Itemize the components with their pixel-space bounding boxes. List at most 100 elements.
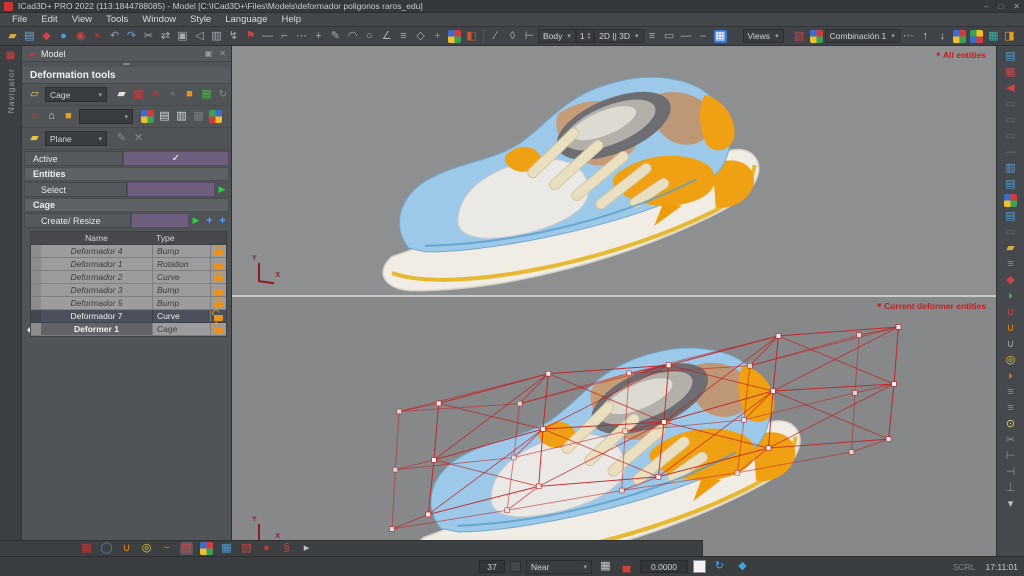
image-red-icon[interactable]: ▧: [239, 541, 254, 556]
circle-tool-icon[interactable]: ○: [362, 29, 377, 44]
table-row[interactable]: Deformador 3 Bump: [31, 284, 226, 297]
redo-icon[interactable]: ↷: [124, 29, 139, 44]
measure-c-icon[interactable]: ⊥: [1003, 481, 1018, 496]
viewport-all-entities[interactable]: ■ All entities Y X: [232, 46, 996, 295]
table-row[interactable]: Deformador 4 Bump: [31, 245, 226, 258]
copy-icon[interactable]: ▣: [175, 29, 190, 44]
disabled-d-icon[interactable]: —: [1003, 145, 1018, 160]
menu-language[interactable]: Language: [219, 14, 273, 25]
sync-icon[interactable]: ↻: [712, 559, 727, 574]
play-icon[interactable]: ▶: [215, 182, 229, 197]
active-checkbox[interactable]: ✓: [123, 151, 229, 166]
heel-yellow-icon[interactable]: ◎: [1003, 353, 1018, 368]
filter-select[interactable]: ▾: [79, 109, 133, 124]
disabled-c-icon[interactable]: ▭: [1003, 129, 1018, 144]
refresh-icon[interactable]: ↻: [219, 89, 227, 100]
palette-grid-icon[interactable]: [447, 29, 462, 44]
lock-panel-b-icon[interactable]: ▤: [1003, 209, 1018, 224]
grid-icon[interactable]: ▦: [598, 559, 613, 574]
last-green-icon[interactable]: ◗: [1003, 289, 1018, 304]
view-mode-select[interactable]: 2D || 3D ▾: [594, 29, 644, 43]
panel-tab-model[interactable]: Model: [41, 49, 66, 59]
dash-a-icon[interactable]: —: [679, 29, 694, 44]
deformer-cage[interactable]: [344, 301, 996, 553]
create-resize-field[interactable]: [131, 213, 189, 228]
plugin-icon[interactable]: ◨: [1002, 29, 1017, 44]
arrow-up-icon[interactable]: ↑: [918, 29, 933, 44]
layers-panel-icon[interactable]: ▤: [1003, 49, 1018, 64]
diamond-tool-icon[interactable]: ◇: [413, 29, 428, 44]
dash-b-icon[interactable]: –: [696, 29, 711, 44]
slope-icon[interactable]: ∕: [488, 29, 503, 44]
measure-b-icon[interactable]: ⊣: [1003, 465, 1018, 480]
stack-icon[interactable]: ≡: [1003, 257, 1018, 272]
dashed-circle-icon[interactable]: ○: [27, 109, 42, 124]
move-left-icon[interactable]: +: [203, 213, 216, 228]
transform-icon[interactable]: ⇄: [158, 29, 173, 44]
plane-select[interactable]: Plane ▾: [45, 131, 107, 146]
disabled-a-icon[interactable]: ▭: [1003, 97, 1018, 112]
menu-view[interactable]: View: [66, 14, 98, 25]
zoom-add-icon[interactable]: +: [430, 29, 445, 44]
split-view-icon[interactable]: ▥: [1003, 161, 1018, 176]
cut-icon[interactable]: ✂: [141, 29, 156, 44]
angle-tool-icon[interactable]: ∠: [379, 29, 394, 44]
disabled-b-icon[interactable]: ▭: [1003, 113, 1018, 128]
snap-badge-icon[interactable]: ▦: [713, 29, 728, 44]
table-row[interactable]: Deformer 1 Cage: [27, 323, 226, 336]
lock-cage-icon[interactable]: ■: [182, 87, 197, 102]
table-row[interactable]: Deformador 5 Bump: [31, 297, 226, 310]
close-button[interactable]: ✕: [1013, 2, 1020, 11]
search-icon[interactable]: ◉: [73, 29, 88, 44]
chart-red-icon[interactable]: ▄: [619, 559, 634, 574]
lightbulb-icon[interactable]: ⊙: [1003, 417, 1018, 432]
column-name[interactable]: Name: [41, 233, 152, 243]
sole-red-icon[interactable]: ∪: [1003, 305, 1018, 320]
arrow-down-icon[interactable]: ↓: [935, 29, 950, 44]
play-icon[interactable]: ▶: [189, 213, 203, 228]
menu-help[interactable]: Help: [276, 14, 308, 25]
pencil-tool-icon[interactable]: ✎: [328, 29, 343, 44]
palette-icon[interactable]: [199, 541, 214, 556]
open-folder-icon[interactable]: ▰: [5, 29, 20, 44]
deformer-type-select[interactable]: Cage ▾: [45, 87, 107, 102]
menu-style[interactable]: Style: [184, 14, 217, 25]
chart-blue-icon[interactable]: ▦: [219, 541, 234, 556]
clear-plane-icon[interactable]: ✕: [131, 131, 146, 146]
palette-panel-icon[interactable]: [1003, 193, 1018, 208]
dim-icon[interactable]: ▫: [165, 87, 180, 102]
menu-tools[interactable]: Tools: [100, 14, 134, 25]
maximize-button[interactable]: □: [998, 2, 1003, 11]
lines-b-icon[interactable]: ≡: [1003, 401, 1018, 416]
save-icon[interactable]: ▤: [22, 29, 37, 44]
viewport-deformer-entities[interactable]: ■ Current deformer entities Y X: [232, 297, 996, 556]
dim-panel-icon[interactable]: ▭: [1003, 225, 1018, 240]
home-icon[interactable]: ⌂: [44, 109, 59, 124]
layers-icon[interactable]: ≡: [396, 29, 411, 44]
move-right-icon[interactable]: +: [216, 213, 229, 228]
mute-icon[interactable]: ◀: [1003, 81, 1018, 96]
pin-icon[interactable]: ▣: [205, 49, 213, 58]
close-icon[interactable]: ✕: [219, 49, 226, 58]
sole-gray-icon[interactable]: ∪: [1003, 337, 1018, 352]
panel-icon[interactable]: ▭: [662, 29, 677, 44]
swoosh-blue-icon[interactable]: ◯: [99, 541, 114, 556]
folder-panel-icon[interactable]: ▰: [1003, 241, 1018, 256]
frame-number-field[interactable]: 37: [479, 560, 505, 573]
lines-a-icon[interactable]: ≡: [1003, 385, 1018, 400]
new-cage-icon[interactable]: ▰: [114, 87, 129, 102]
table-row[interactable]: Deformador 2 Curve: [31, 271, 226, 284]
minimize-button[interactable]: –: [984, 2, 988, 11]
copy-white-icon[interactable]: ▤: [157, 109, 172, 124]
flag-icon[interactable]: ⚑: [243, 29, 258, 44]
last-icon[interactable]: ◊: [505, 29, 520, 44]
measure-a-icon[interactable]: ⊢: [1003, 449, 1018, 464]
palette-right-icon[interactable]: [208, 109, 223, 124]
image-red-icon[interactable]: ▨: [792, 29, 807, 44]
scissors-icon[interactable]: ✂: [1003, 433, 1018, 448]
lightning-icon[interactable]: ↯: [226, 29, 241, 44]
align-icon[interactable]: ≡: [645, 29, 660, 44]
palette-c-icon[interactable]: ▦: [986, 29, 1001, 44]
ring-yellow-icon[interactable]: ◎: [139, 541, 154, 556]
line-tool-icon[interactable]: —: [260, 29, 275, 44]
